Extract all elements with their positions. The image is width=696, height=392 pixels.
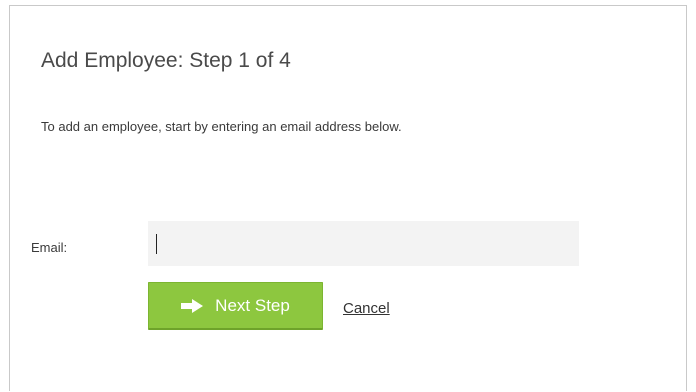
next-step-label: Next Step — [215, 295, 290, 315]
dialog-title: Add Employee: Step 1 of 4 — [41, 49, 291, 72]
text-caret — [156, 234, 157, 254]
intro-text: To add an employee, start by entering an… — [41, 119, 402, 134]
next-step-button[interactable]: Next Step — [148, 282, 323, 330]
add-employee-dialog: Add Employee: Step 1 of 4 To add an empl… — [9, 5, 687, 391]
cancel-link[interactable]: Cancel — [343, 300, 390, 318]
arrow-right-icon — [181, 298, 204, 313]
email-label: Email: — [31, 240, 68, 255]
email-field[interactable] — [148, 221, 579, 266]
